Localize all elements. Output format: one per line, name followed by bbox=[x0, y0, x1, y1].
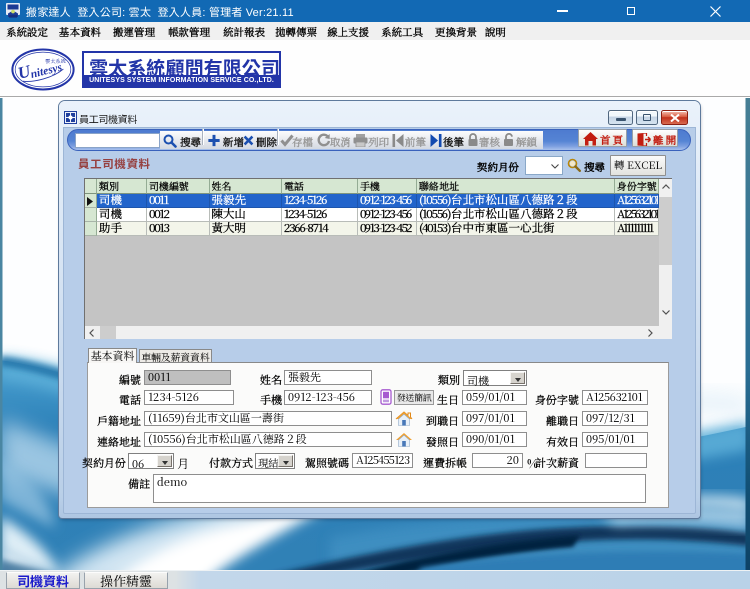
svg-text:雲太系統: 雲太系統 bbox=[45, 58, 66, 65]
